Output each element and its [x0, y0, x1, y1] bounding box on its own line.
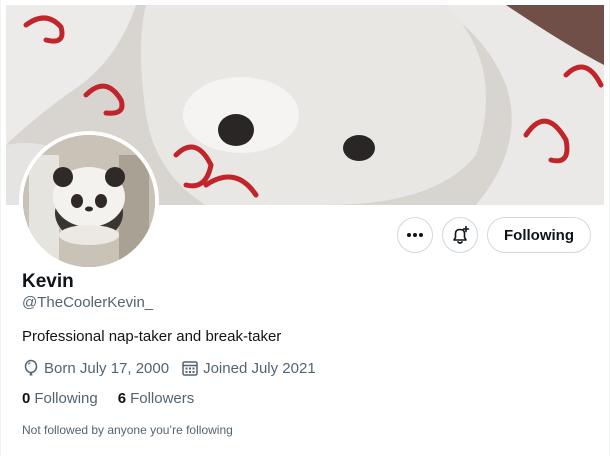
bell-plus-icon: [453, 225, 470, 244]
profile-stats: 0 Following 6 Followers: [22, 389, 591, 409]
followers-count: 6: [117, 390, 127, 407]
joined-info: Joined July 2021: [181, 359, 316, 377]
birthday-info: Born July 17, 2000: [22, 359, 169, 377]
profile-bio: Professional nap-taker and break-taker: [22, 328, 282, 345]
more-button[interactable]: [397, 217, 434, 253]
notify-button[interactable]: [442, 217, 479, 253]
more-horizontal-icon: [407, 233, 424, 237]
profile-avatar[interactable]: [19, 131, 159, 271]
followers-label: Followers: [130, 390, 195, 407]
balloon-icon: [24, 359, 38, 376]
followers-stat-link[interactable]: 6 Followers: [118, 389, 195, 409]
following-count: 0: [22, 390, 31, 407]
mutual-followers-note: Not followed by anyone you’re following: [22, 423, 233, 437]
profile-name: Kevin: [22, 271, 74, 292]
born-text: Born July 17, 2000: [44, 359, 170, 377]
following-button[interactable]: Following: [487, 217, 591, 253]
following-label: Following: [34, 390, 98, 407]
profile-actions: Following: [397, 217, 591, 253]
joined-text: Joined July 2021: [203, 359, 316, 377]
profile-handle: @TheCoolerKevin_: [22, 294, 154, 311]
profile-card: Following Kevin @TheCoolerKevin_ Profess…: [0, 0, 610, 456]
profile-info: Kevin @TheCoolerKevin_ Professional nap-…: [22, 270, 591, 437]
profile-meta: Born July 17, 2000 Joined July 2021: [22, 359, 591, 377]
following-stat-link[interactable]: 0 Following: [22, 389, 98, 409]
calendar-icon: [182, 361, 198, 376]
